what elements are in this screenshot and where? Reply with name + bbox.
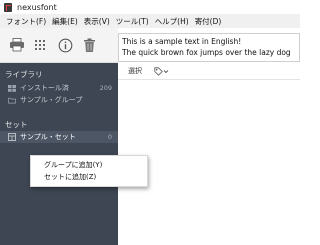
sidebar-item-sample-group[interactable]: サンプル・グループ (0, 94, 118, 106)
grid-icon (35, 40, 45, 50)
menu-edit[interactable]: 編集(E) (49, 16, 81, 27)
sidebar-item-installed[interactable]: インストール済 209 (0, 82, 118, 94)
add-to-group-menu-item[interactable]: グループに追加(Y) (31, 159, 147, 171)
menu-tools[interactable]: ツール(T) (113, 16, 152, 27)
info-icon (58, 38, 72, 52)
main-toolbar: 選択 (118, 63, 300, 80)
app-icon (4, 2, 12, 12)
font-count: 209 (99, 84, 112, 92)
add-to-set-menu-item[interactable]: セットに追加(Z) (31, 171, 147, 183)
tag-icon (154, 66, 163, 76)
print-button[interactable] (8, 36, 26, 54)
sidebar-item-label: サンプル・グループ (20, 96, 83, 104)
menu-bar: フォント(F) 編集(E) 表示(V) ツール(T) ヘルプ(H) 寄付(D) (0, 14, 300, 28)
title-bar: nexusfont (0, 0, 300, 14)
menu-help[interactable]: ヘルプ(H) (152, 16, 192, 27)
folder-icon (8, 97, 16, 104)
trash-icon (83, 38, 95, 52)
context-menu: グループに追加(Y) セットに追加(Z) (30, 155, 148, 187)
delete-button[interactable] (80, 36, 98, 54)
toolbar (0, 28, 118, 63)
sidebar-item-label: インストール済 (20, 84, 69, 92)
sample-text-line-2: The quick brown fox jumps over the lazy … (122, 48, 291, 57)
windows-icon (8, 84, 16, 92)
sample-text-input[interactable]: This is a sample text in English! The qu… (118, 33, 300, 62)
menu-donate[interactable]: 寄付(D) (192, 16, 225, 27)
sidebar-item-label: サンプル・セット (20, 133, 76, 141)
menu-view[interactable]: 表示(V) (81, 16, 113, 27)
sidebar-item-sample-set[interactable]: サンプル・セット 0 (0, 131, 118, 143)
window-title: nexusfont (17, 2, 57, 12)
menu-font[interactable]: フォント(F) (3, 16, 49, 27)
font-count: 0 (107, 133, 112, 141)
sample-text-line-1: This is a sample text in English! (122, 37, 242, 46)
grid-view-button[interactable] (32, 36, 50, 54)
set-icon (8, 133, 16, 141)
info-button[interactable] (56, 36, 74, 54)
sets-header: セット (5, 120, 28, 129)
select-button[interactable]: 選択 (128, 66, 142, 76)
library-header: ライブラリ (5, 70, 43, 79)
tag-dropdown-button[interactable] (154, 66, 169, 76)
chevron-down-icon (163, 69, 169, 73)
print-icon (10, 38, 24, 52)
sidebar: ライブラリ インストール済 209 サンプル・グループ セット サンプル・セット… (0, 63, 118, 245)
